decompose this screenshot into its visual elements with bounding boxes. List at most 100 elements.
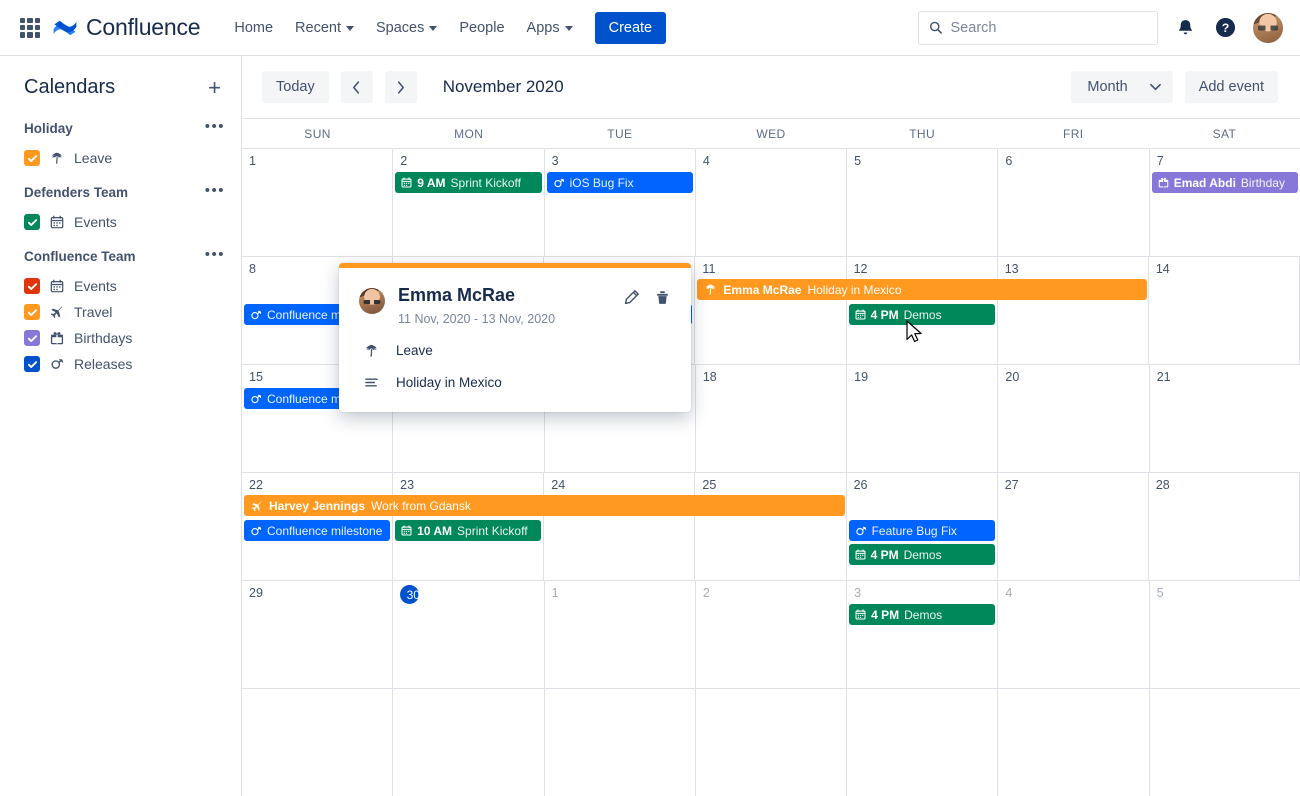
plus-icon[interactable]: + [204, 77, 225, 99]
day-cell[interactable] [998, 689, 1149, 796]
sidebar-item-defenders-events[interactable]: Events [24, 209, 225, 235]
nav-item-home[interactable]: Home [224, 13, 283, 43]
chevron-left-icon [352, 81, 361, 94]
nav-item-apps[interactable]: Apps [517, 13, 583, 43]
calendar-toolbar: Today November 2020 Month Add event [242, 56, 1300, 119]
calendar-event[interactable]: Confluence milestone [244, 520, 390, 541]
search-input[interactable] [951, 20, 1147, 36]
sidebar-item-confluence-events[interactable]: Events [24, 273, 225, 299]
calendar-event[interactable]: 9 AMSprint Kickoff [395, 172, 541, 193]
day-cell[interactable]: 14 [1149, 257, 1300, 364]
calendar-event[interactable]: Feature Bug Fix [849, 520, 995, 541]
day-cell[interactable]: 27 [998, 473, 1149, 580]
day-cell[interactable]: 4 [696, 149, 847, 256]
day-cell[interactable]: 13 [998, 257, 1149, 364]
day-cell[interactable]: 1 [545, 581, 696, 688]
day-cell[interactable]: 29 AMSprint Kickoff [393, 149, 544, 256]
nav-item-spaces[interactable]: Spaces [366, 13, 447, 43]
day-cell[interactable] [242, 689, 393, 796]
day-cell[interactable]: 19 [847, 365, 998, 472]
day-cell[interactable]: 5 [1150, 581, 1300, 688]
more-options-icon[interactable]: ••• [205, 123, 225, 135]
calendar-checkbox[interactable] [24, 356, 40, 372]
day-cell[interactable]: 1 [242, 149, 393, 256]
calendar-event[interactable]: iOS Bug Fix [547, 172, 693, 193]
day-cell[interactable] [545, 689, 696, 796]
nav-item-people[interactable]: People [449, 13, 514, 43]
bell-icon[interactable] [1172, 15, 1198, 41]
day-cell[interactable]: 30 [393, 581, 544, 688]
release-icon [855, 525, 867, 537]
day-cell[interactable]: 3iOS Bug Fix [545, 149, 696, 256]
day-cell[interactable] [1150, 689, 1300, 796]
day-cell[interactable]: 124 PMDemos [847, 257, 998, 364]
confluence-logo[interactable]: Confluence [52, 14, 200, 41]
day-cell[interactable]: 18 [696, 365, 847, 472]
palm-tree-icon [704, 283, 717, 296]
week-row: 129 AMSprint Kickoff3iOS Bug Fix4567Emad… [242, 148, 1300, 256]
dow-sun: SUN [242, 119, 393, 148]
day-cell[interactable]: 11 [695, 257, 846, 364]
multi-day-event[interactable]: Emma McRaeHoliday in Mexico [697, 279, 1146, 300]
view-mode-select[interactable]: Month [1071, 71, 1172, 103]
day-cell[interactable]: 6 [998, 149, 1149, 256]
sidebar-item-releases[interactable]: Releases [24, 351, 225, 377]
sidebar-item-leave[interactable]: Leave [24, 145, 225, 171]
day-cell[interactable]: 7Emad AbdiBirthday [1150, 149, 1300, 256]
day-cell[interactable] [847, 689, 998, 796]
question-circle-icon[interactable]: ? [1212, 15, 1238, 41]
day-number: 3 [847, 585, 997, 601]
calendar-event[interactable]: 4 PMDemos [849, 304, 995, 325]
day-cell[interactable]: 3 4 PMDemos [847, 581, 998, 688]
more-options-icon[interactable]: ••• [205, 251, 225, 263]
next-month-button[interactable] [385, 71, 417, 103]
day-events [696, 693, 846, 696]
day-cell[interactable]: 24 [544, 473, 695, 580]
popup-actions [623, 289, 671, 311]
day-cell[interactable]: 29 [242, 581, 393, 688]
day-of-week-header: SUN MON TUE WED THU FRI SAT [242, 119, 1300, 148]
day-cell[interactable] [696, 689, 847, 796]
today-button[interactable]: Today [262, 71, 329, 103]
day-events [1150, 693, 1300, 696]
day-cell[interactable]: 25 [695, 473, 846, 580]
calendar-checkbox[interactable] [24, 304, 40, 320]
day-cell[interactable]: 22Confluence milestone [242, 473, 393, 580]
event-time: 4 PM [871, 608, 899, 622]
sidebar-item-travel[interactable]: Travel [24, 299, 225, 325]
day-cell[interactable]: 21 [1150, 365, 1300, 472]
grid-apps-icon[interactable] [18, 16, 42, 40]
nav-item-recent[interactable]: Recent [285, 13, 364, 43]
day-cell[interactable]: 2310 AMSprint Kickoff [393, 473, 544, 580]
delete-event-button[interactable] [654, 289, 671, 311]
event-details-popup[interactable]: Emma McRae 11 Nov, 2020 - 13 Nov, 2020 [339, 263, 691, 412]
multi-day-event[interactable]: Harvey JenningsWork from Gdansk [244, 495, 845, 516]
day-cell[interactable] [393, 689, 544, 796]
add-event-button[interactable]: Add event [1185, 71, 1278, 103]
day-events [242, 693, 392, 696]
more-options-icon[interactable]: ••• [205, 187, 225, 199]
calendar-event[interactable]: 4 PMDemos [849, 544, 995, 565]
day-cell[interactable]: 28 [1149, 473, 1300, 580]
day-cell[interactable]: 26Feature Bug Fix4 PMDemos [847, 473, 998, 580]
event-title: Demos [904, 548, 942, 562]
create-button[interactable]: Create [595, 12, 667, 44]
calendar-event[interactable]: 10 AMSprint Kickoff [395, 520, 541, 541]
day-cell[interactable]: 5 [847, 149, 998, 256]
calendar-checkbox[interactable] [24, 330, 40, 346]
release-icon [553, 177, 565, 189]
calendar-checkbox[interactable] [24, 278, 40, 294]
calendar-event[interactable]: Emad AbdiBirthday [1152, 172, 1298, 193]
calendar-event[interactable]: 4 PMDemos [849, 604, 995, 625]
day-cell[interactable]: 4 [998, 581, 1149, 688]
calendar-checkbox[interactable] [24, 214, 40, 230]
edit-event-button[interactable] [623, 289, 640, 311]
previous-month-button[interactable] [341, 71, 373, 103]
calendar-checkbox[interactable] [24, 150, 40, 166]
day-number: 13 [998, 261, 1148, 277]
search-box[interactable] [918, 11, 1158, 45]
day-cell[interactable]: 2 [696, 581, 847, 688]
user-avatar[interactable] [1252, 12, 1284, 44]
day-cell[interactable]: 20 [998, 365, 1149, 472]
sidebar-item-birthdays[interactable]: Birthdays [24, 325, 225, 351]
